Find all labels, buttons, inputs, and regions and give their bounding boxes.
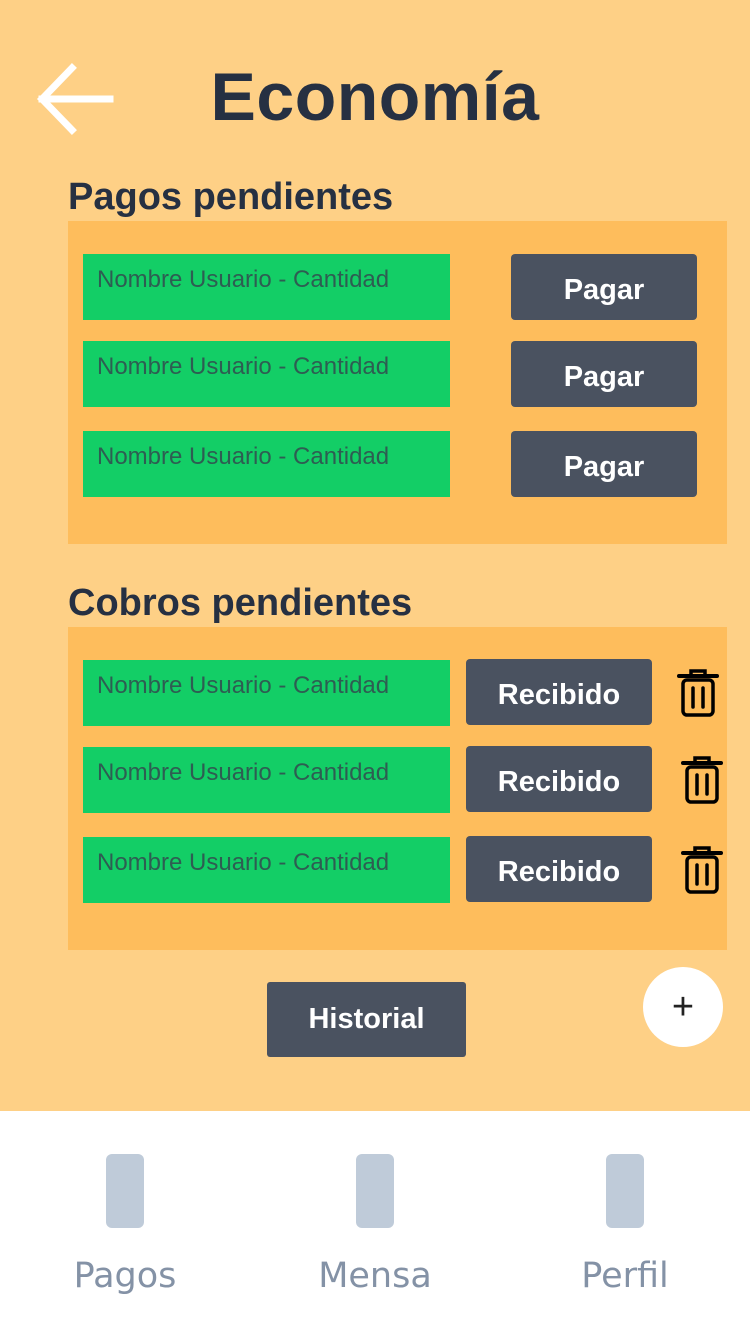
nav-label: Mensa <box>318 1256 432 1296</box>
pending-payments-title: Pagos pendientes <box>68 176 394 218</box>
collection-item-label: Nombre Usuario - Cantidad <box>83 747 450 813</box>
nav-label: Perfil <box>581 1256 669 1296</box>
pending-collections-panel: Nombre Usuario - Cantidad Recibido Nombr… <box>68 627 727 950</box>
received-button[interactable]: Recibido <box>466 836 652 902</box>
pay-button[interactable]: Pagar <box>511 431 697 497</box>
trash-icon[interactable] <box>680 845 724 895</box>
nav-item-pagos[interactable]: Pagos <box>0 1111 250 1334</box>
trash-icon[interactable] <box>680 755 724 805</box>
bottom-navigation: Pagos Mensa Perfil <box>0 1111 750 1334</box>
collection-item-label: Nombre Usuario - Cantidad <box>83 660 450 726</box>
payment-item-label: Nombre Usuario - Cantidad <box>83 431 450 497</box>
add-button[interactable]: + <box>643 967 723 1047</box>
history-button[interactable]: Historial <box>267 982 466 1057</box>
received-button[interactable]: Recibido <box>466 746 652 812</box>
pay-button[interactable]: Pagar <box>511 341 697 407</box>
nav-label: Pagos <box>73 1256 177 1296</box>
pending-collections-title: Cobros pendientes <box>68 582 413 624</box>
collection-item-label: Nombre Usuario - Cantidad <box>83 837 450 903</box>
nav-item-mensa[interactable]: Mensa <box>250 1111 500 1334</box>
payment-item-label: Nombre Usuario - Cantidad <box>83 254 450 320</box>
placeholder-icon <box>606 1154 644 1228</box>
payment-item-label: Nombre Usuario - Cantidad <box>83 341 450 407</box>
placeholder-icon <box>106 1154 144 1228</box>
pending-payments-panel: Nombre Usuario - Cantidad Pagar Nombre U… <box>68 221 727 544</box>
received-button[interactable]: Recibido <box>466 659 652 725</box>
nav-item-perfil[interactable]: Perfil <box>500 1111 750 1334</box>
trash-icon[interactable] <box>676 668 720 718</box>
placeholder-icon <box>356 1154 394 1228</box>
plus-icon: + <box>671 986 695 1028</box>
page-title: Economía <box>210 59 540 135</box>
pay-button[interactable]: Pagar <box>511 254 697 320</box>
